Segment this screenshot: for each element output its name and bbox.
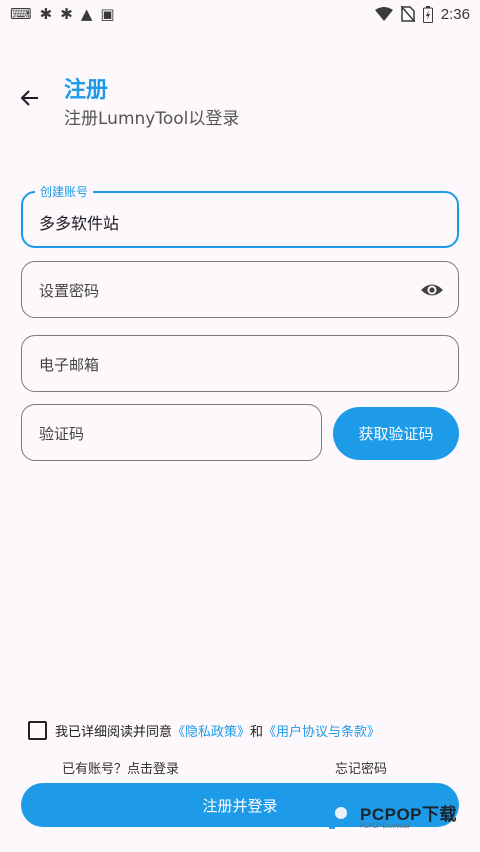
no-sim-icon [400,6,415,22]
code-input[interactable]: 验证码 [39,423,84,444]
status-left-icons: ⌨ ✱ ✱ ▲ ▣ [10,4,115,23]
watermark: PCPOP下载 PCPOP Download [326,800,457,830]
app-icon: ✱ [39,4,53,23]
agreement-checkbox[interactable] [28,721,47,740]
wifi-icon [374,7,393,21]
account-field[interactable]: 创建账号 多多软件站 [21,183,459,248]
watermark-main: PCPOP下载 [360,805,458,824]
status-right: 2:36 [374,5,470,23]
forgot-password-link[interactable]: 忘记密码 [335,758,387,777]
page-title: 注册 [64,78,109,103]
a-icon: ▣ [100,4,115,23]
back-arrow-icon[interactable] [18,86,42,110]
watermark-text: PCPOP下载 PCPOP Download [360,800,457,830]
code-field[interactable]: 验证码 [21,404,322,461]
agreement-and: 和 [250,725,264,740]
password-field[interactable]: 设置密码 [21,261,459,318]
page-subtitle: 注册LumnyTool以登录 [64,109,240,129]
status-time: 2:36 [440,5,470,23]
status-bar: ⌨ ✱ ✱ ▲ ▣ 2:36 [0,0,480,28]
pcpop-logo-icon [329,801,353,829]
email-input[interactable]: 电子邮箱 [39,354,99,375]
get-code-button[interactable]: 获取验证码 [333,407,459,460]
account-label: 创建账号 [35,183,94,200]
agreement-prefix: 我已详细阅读并同意 [55,725,173,740]
app-icon: ✱ [60,4,73,23]
terms-link[interactable]: 《用户协议与条款》 [263,725,380,740]
account-input[interactable]: 多多软件站 [39,210,119,234]
eye-icon[interactable] [420,279,444,301]
email-field[interactable]: 电子邮箱 [21,335,459,392]
keyboard-icon: ⌨ [10,4,32,23]
warning-icon: ▲ [80,4,93,23]
login-link[interactable]: 已有账号？点击登录 [62,758,179,777]
agreement-text: 我已详细阅读并同意《隐私政策》和《用户协议与条款》 [55,721,380,740]
password-input[interactable]: 设置密码 [39,280,99,301]
agreement-row: 我已详细阅读并同意《隐私政策》和《用户协议与条款》 [28,721,380,740]
battery-icon [422,5,433,23]
privacy-policy-link[interactable]: 《隐私政策》 [172,725,250,740]
